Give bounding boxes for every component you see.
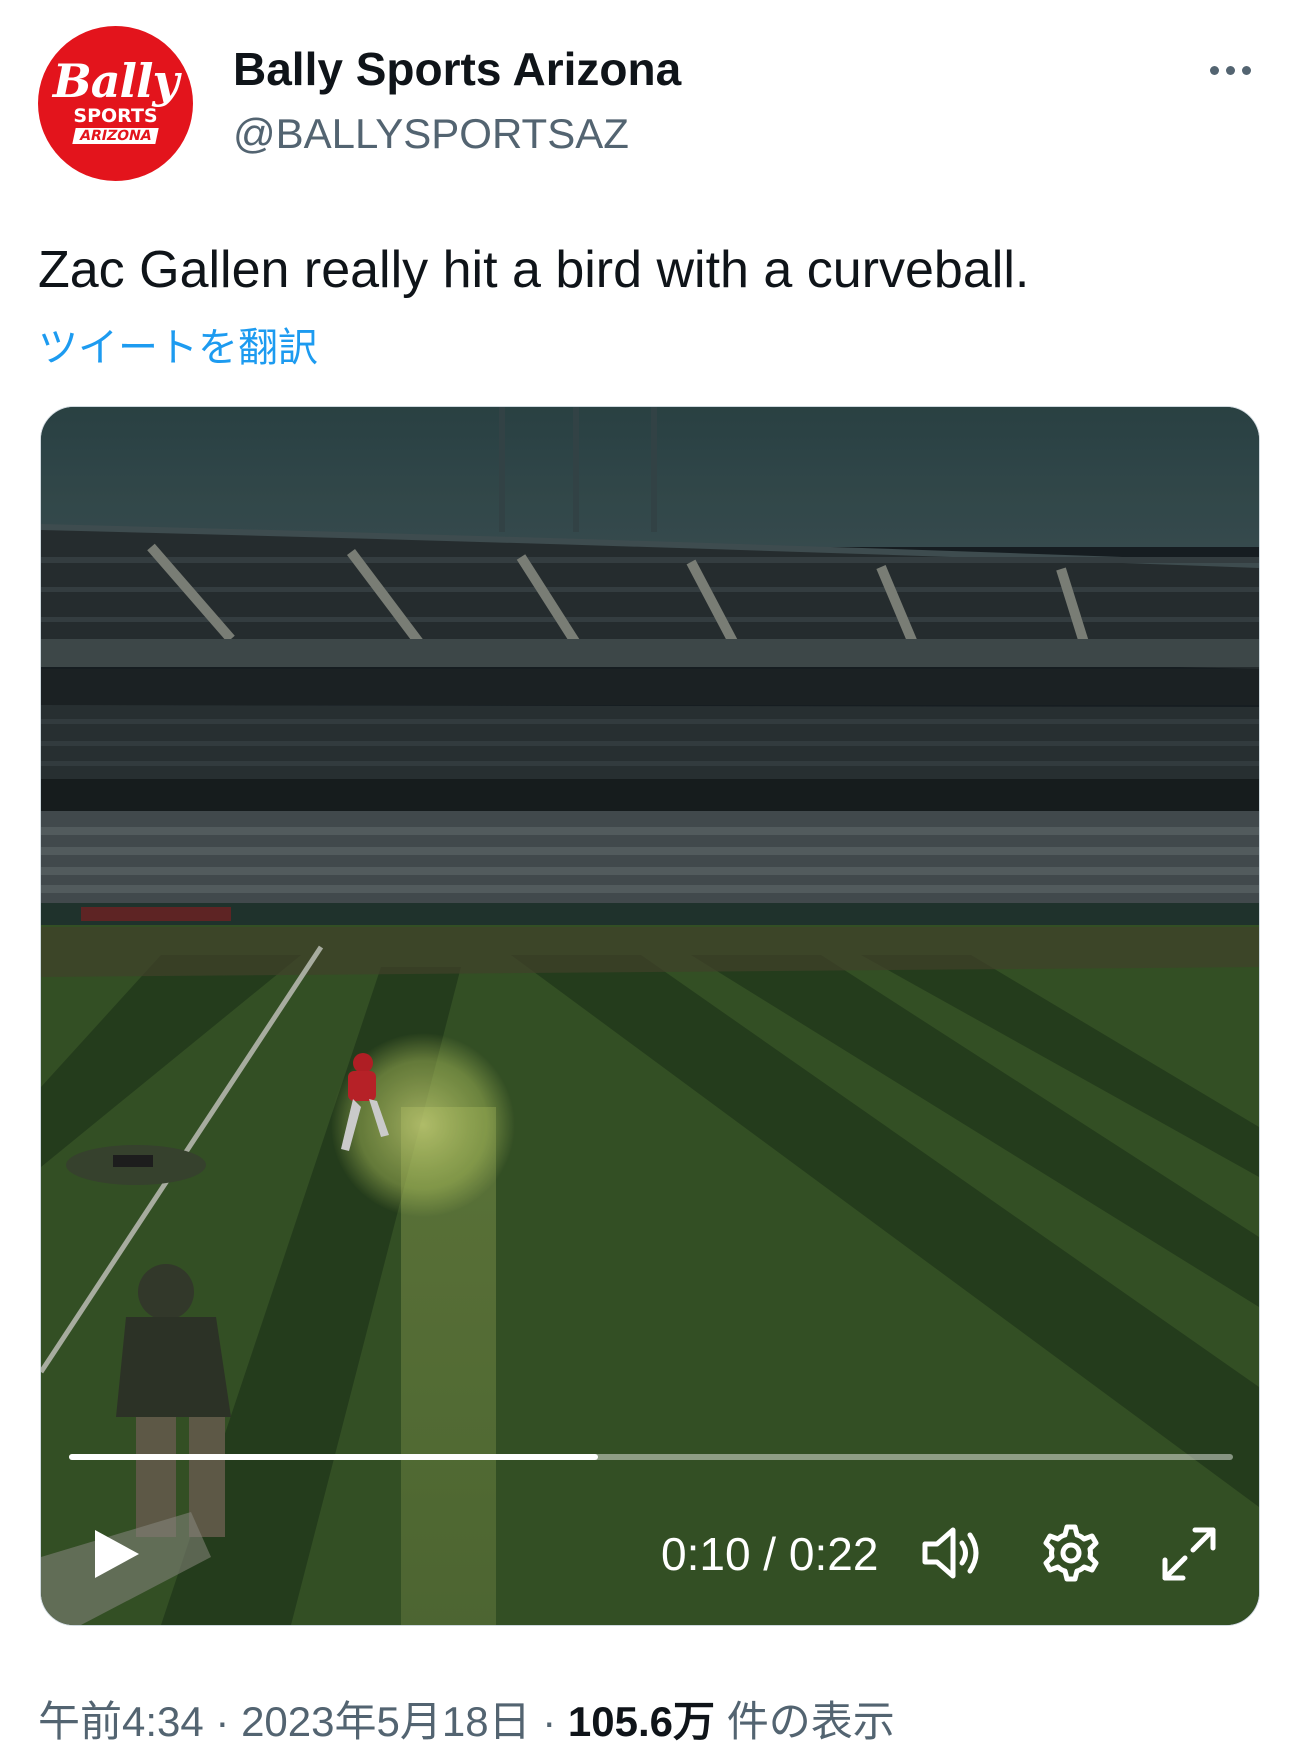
dot [1241, 65, 1251, 75]
account-handle[interactable]: @BALLYSPORTSAZ [233, 110, 629, 158]
dot [1225, 65, 1235, 75]
video-player[interactable]: 0:10 / 0:22 [40, 406, 1260, 1626]
tweet-date[interactable]: 2023年5月18日 [241, 1698, 531, 1745]
views-count: 105.6万 [567, 1698, 716, 1745]
volume-icon[interactable] [919, 1522, 983, 1584]
translate-link[interactable]: ツイートを翻訳 [38, 315, 318, 373]
video-frame [41, 407, 1259, 1625]
avatar-logo-script: Bally [52, 53, 179, 108]
display-name[interactable]: Bally Sports Arizona [233, 42, 681, 96]
more-options-icon[interactable] [1200, 50, 1260, 90]
views-label: 件の表示 [715, 1698, 895, 1745]
video-progress-fill [69, 1454, 599, 1460]
video-progress-bar[interactable] [69, 1454, 1233, 1460]
tweet-time[interactable]: 午前4:34 [38, 1698, 204, 1745]
video-time-display: 0:10 / 0:22 [661, 1528, 879, 1580]
gear-icon[interactable] [1040, 1522, 1102, 1584]
fullscreen-icon[interactable] [1159, 1524, 1219, 1584]
tweet-meta: 午前4:34 · 2023年5月18日 · 105.6万 件の表示 [38, 1688, 895, 1749]
meta-separator: · [530, 1698, 568, 1745]
meta-separator: · [203, 1698, 242, 1745]
dot [1209, 65, 1219, 75]
avatar[interactable]: Bally SPORTS ARIZONA [38, 26, 193, 181]
avatar-logo-sub: SPORTS [73, 104, 158, 127]
tweet-text: Zac Gallen really hit a bird with a curv… [38, 241, 1030, 299]
play-icon[interactable] [85, 1524, 145, 1584]
avatar-logo-region: ARIZONA [72, 127, 159, 144]
